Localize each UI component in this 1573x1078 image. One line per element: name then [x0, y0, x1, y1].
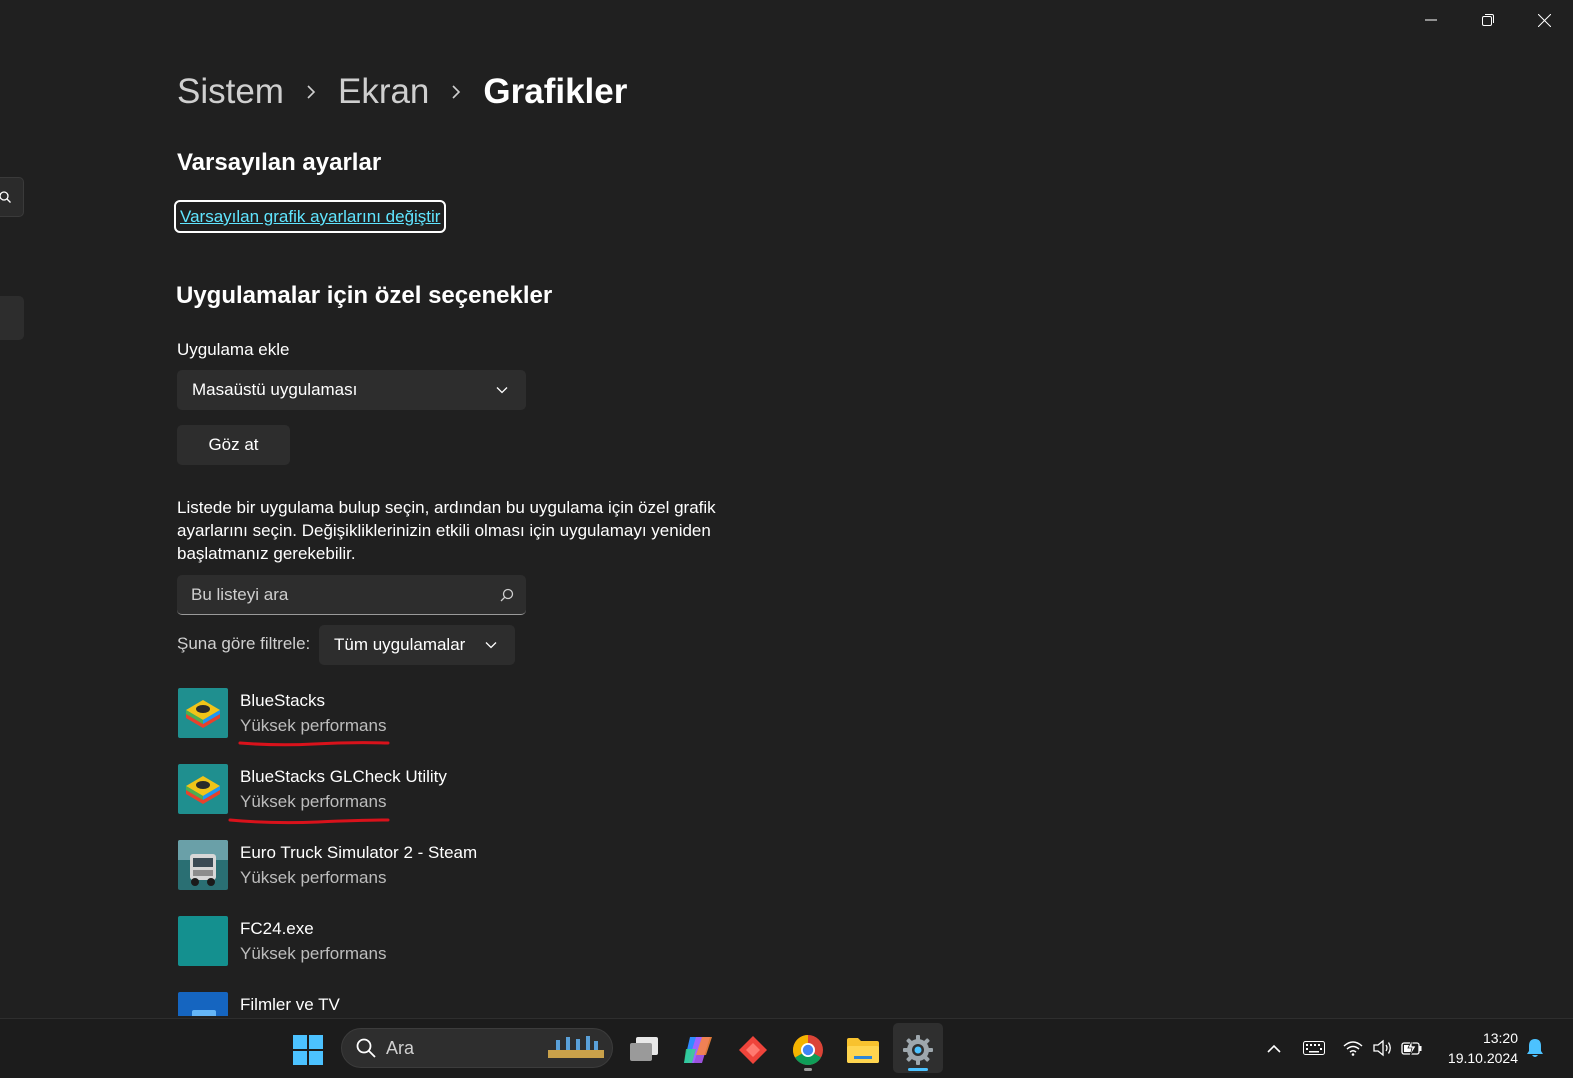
file-explorer-button[interactable] — [843, 1030, 883, 1070]
app-name: BlueStacks — [240, 691, 326, 710]
keyboard-icon — [1303, 1041, 1325, 1055]
search-placeholder: Bu listeyi ara — [191, 584, 289, 604]
wifi-button[interactable] — [1341, 1036, 1365, 1060]
filter-value: Tüm uygulamalar — [334, 635, 466, 654]
task-view-button[interactable] — [624, 1030, 664, 1070]
chevron-down-icon — [485, 642, 497, 649]
breadcrumb: Sistem Ekran Grafikler — [177, 72, 627, 112]
close-icon — [1538, 13, 1551, 27]
taskbar-search-label: Ara — [386, 1037, 415, 1058]
copilot-icon — [684, 1037, 712, 1063]
underline-annotation — [238, 741, 390, 747]
nav-item-selected[interactable] — [0, 296, 24, 340]
bell-icon — [1527, 1039, 1543, 1057]
app-name: Euro Truck Simulator 2 - Steam — [240, 843, 478, 862]
minimize-icon — [1424, 19, 1437, 21]
nav-search-box[interactable] — [0, 177, 24, 217]
bluestacks-icon — [178, 764, 228, 814]
copilot-button[interactable] — [678, 1030, 718, 1070]
breadcrumb-ekran[interactable]: Ekran — [338, 72, 429, 112]
restore-icon — [1481, 14, 1494, 26]
chevron-right-icon — [451, 84, 461, 100]
clock-time: 13:20 — [1482, 1030, 1518, 1046]
chevron-down-icon — [496, 387, 508, 394]
battery-button[interactable] — [1400, 1036, 1424, 1060]
clock-date: 19.10.2024 — [1447, 1050, 1518, 1066]
windows-logo-icon — [293, 1035, 323, 1065]
app-status: Yüksek performans — [240, 944, 387, 963]
settings-button[interactable] — [898, 1030, 938, 1070]
restore-button[interactable] — [1459, 0, 1516, 40]
chevron-right-icon — [306, 84, 316, 100]
page-title: Grafikler — [483, 72, 628, 111]
app-list: BlueStacks Yüksek performans BlueStacks … — [178, 688, 738, 1016]
wifi-icon — [1343, 1041, 1363, 1056]
volume-icon — [1373, 1039, 1391, 1057]
taskbar-search-box[interactable]: Ara — [341, 1028, 613, 1068]
list-item[interactable]: Filmler ve TV — [178, 992, 738, 1016]
list-item[interactable]: BlueStacks Yüksek performans — [178, 688, 738, 764]
filter-dropdown[interactable]: Tüm uygulamalar — [319, 625, 515, 665]
anydesk-button[interactable] — [733, 1030, 773, 1070]
search-highlight-icon — [548, 1036, 604, 1058]
start-button[interactable] — [288, 1030, 328, 1070]
custom-options-heading: Uygulamalar için özel seçenekler — [176, 282, 553, 309]
list-item[interactable]: FC24.exe Yüksek performans — [178, 916, 738, 992]
taskbar: Ara 13:20 19.10.2024 — [0, 1018, 1573, 1078]
app-name: Filmler ve TV — [240, 995, 340, 1014]
chrome-button[interactable] — [788, 1030, 828, 1070]
search-icon — [356, 1038, 376, 1058]
list-item[interactable]: Euro Truck Simulator 2 - Steam Yüksek pe… — [178, 840, 738, 916]
change-default-graphics-link[interactable]: Varsayılan grafik ayarlarını değiştir — [174, 200, 447, 233]
anydesk-icon — [739, 1036, 767, 1064]
app-status: Yüksek performans — [240, 792, 387, 811]
close-button[interactable] — [1516, 0, 1573, 40]
app-name: FC24.exe — [240, 919, 314, 938]
show-hidden-icons-button[interactable] — [1262, 1036, 1286, 1060]
default-settings-heading: Varsayılan ayarlar — [177, 149, 382, 176]
gear-icon — [903, 1035, 933, 1065]
search-icon — [500, 588, 514, 601]
app-status: Yüksek performans — [240, 868, 387, 887]
app-type-dropdown[interactable]: Masaüstü uygulaması — [177, 370, 526, 410]
chevron-up-icon — [1267, 1044, 1281, 1053]
list-item[interactable]: BlueStacks GLCheck Utility Yüksek perfor… — [178, 764, 738, 840]
app-name: BlueStacks GLCheck Utility — [240, 767, 447, 786]
window-controls — [1402, 0, 1573, 40]
app-type-value: Masaüstü uygulaması — [192, 380, 358, 399]
notifications-button[interactable] — [1523, 1036, 1547, 1060]
volume-button[interactable] — [1370, 1036, 1394, 1060]
generic-app-icon — [178, 916, 228, 966]
instructions-text: Listede bir uygulama bulup seçin, ardınd… — [177, 498, 716, 563]
app-list-search-input[interactable]: Bu listeyi ara — [177, 575, 526, 615]
running-indicator — [804, 1068, 812, 1071]
minimize-button[interactable] — [1402, 0, 1459, 40]
movies-tv-icon — [178, 992, 228, 1016]
app-status: Yüksek performans — [240, 716, 387, 735]
breadcrumb-sistem[interactable]: Sistem — [177, 72, 284, 112]
browse-button[interactable]: Göz at — [177, 425, 290, 465]
search-icon — [0, 191, 11, 203]
keyboard-button[interactable] — [1302, 1036, 1326, 1060]
underline-annotation — [228, 818, 390, 825]
filter-label: Şuna göre filtrele: — [177, 634, 311, 653]
bluestacks-icon — [178, 688, 228, 738]
task-view-icon — [630, 1037, 658, 1061]
clock[interactable]: 13:20 19.10.2024 — [1436, 1028, 1518, 1068]
chrome-icon — [792, 1035, 823, 1066]
truck-icon — [178, 840, 228, 890]
active-indicator — [908, 1068, 928, 1071]
add-app-label: Uygulama ekle — [177, 340, 290, 359]
folder-icon — [847, 1038, 879, 1063]
battery-charging-icon — [1401, 1040, 1422, 1056]
